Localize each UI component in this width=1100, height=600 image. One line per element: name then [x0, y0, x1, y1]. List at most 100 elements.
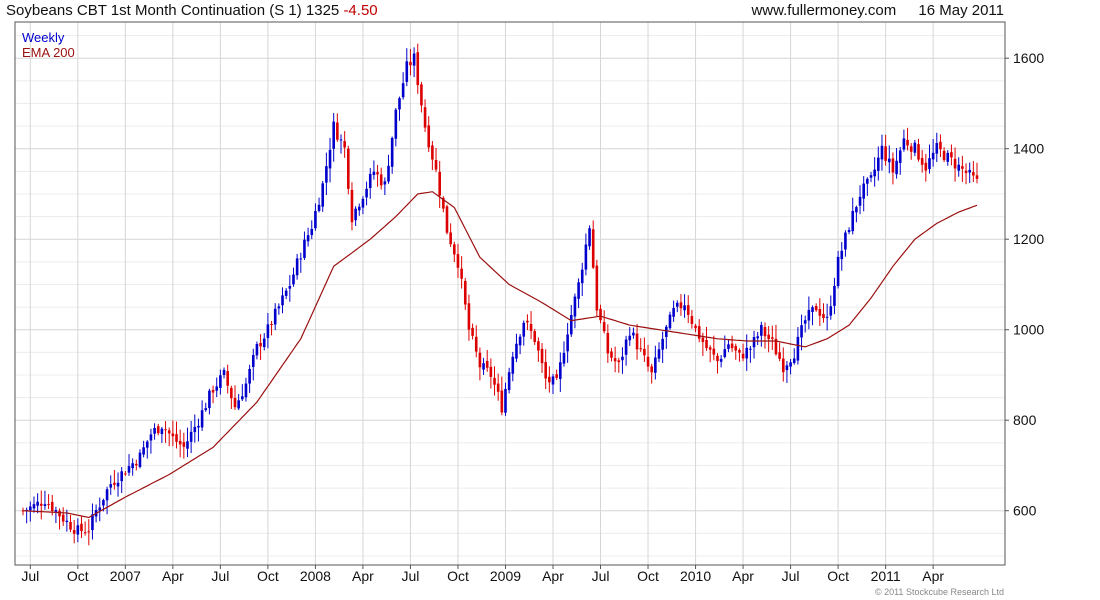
- candle-body: [237, 400, 240, 409]
- candle-body: [928, 158, 931, 170]
- x-tick-label: Oct: [637, 568, 659, 584]
- candle-body: [72, 530, 76, 534]
- candle-body: [167, 430, 171, 434]
- candle-body: [507, 372, 511, 391]
- candle-body: [902, 138, 906, 150]
- candle-body: [295, 258, 299, 276]
- candle-body: [873, 169, 876, 177]
- candle-body: [760, 324, 763, 336]
- candle-body: [178, 440, 182, 445]
- candle-body: [354, 208, 357, 221]
- candle-body: [376, 172, 379, 175]
- candle-body: [496, 383, 500, 392]
- x-tick-label: Oct: [257, 568, 279, 584]
- candle-body: [884, 146, 887, 161]
- candle-body: [529, 323, 533, 332]
- candle-body: [844, 232, 847, 250]
- candle-body: [800, 325, 803, 338]
- candle-body: [36, 501, 39, 506]
- candle-body: [591, 229, 595, 268]
- candle-body: [807, 309, 811, 321]
- candle-body: [500, 390, 504, 413]
- x-tick-label: Jul: [401, 568, 419, 584]
- candle-body: [778, 352, 781, 359]
- candle-body: [478, 352, 482, 368]
- candle-body: [467, 303, 471, 330]
- candle-body: [851, 211, 855, 232]
- candle-body: [230, 387, 233, 399]
- candle-body: [632, 332, 635, 336]
- candle-body: [142, 447, 145, 455]
- candle-body: [686, 305, 690, 315]
- candle-body: [390, 137, 394, 167]
- candle-body: [135, 463, 138, 466]
- candle-body: [562, 352, 566, 364]
- candle-body: [555, 374, 558, 378]
- candle-body: [957, 164, 961, 171]
- candle-body: [756, 336, 759, 339]
- candle-body: [423, 107, 427, 128]
- candle-body: [164, 429, 167, 431]
- candle-body: [950, 152, 953, 158]
- candle-body: [365, 188, 368, 198]
- candle-body: [317, 204, 321, 212]
- x-tick-label: Jul: [21, 568, 39, 584]
- candle-body: [814, 306, 818, 311]
- candle-body: [785, 365, 789, 371]
- candle-body: [83, 532, 87, 534]
- candle-body: [332, 121, 335, 149]
- candle-body: [650, 366, 653, 373]
- candle-body: [972, 172, 975, 176]
- x-tick-label: Oct: [67, 568, 89, 584]
- candle-body: [76, 525, 80, 535]
- candle-body: [639, 348, 643, 350]
- candle-body: [409, 61, 412, 66]
- candle-body: [145, 441, 149, 448]
- candle-body: [54, 510, 58, 512]
- candle-body: [394, 109, 398, 139]
- candle-body: [771, 337, 774, 339]
- candle-body: [39, 503, 43, 506]
- candle-body: [336, 122, 339, 140]
- legend: Weekly EMA 200: [22, 30, 75, 60]
- candle-body: [781, 358, 785, 373]
- candle-body: [350, 189, 354, 223]
- candle-body: [379, 174, 383, 186]
- x-tick-label: Apr: [352, 568, 374, 584]
- x-tick-label: Apr: [922, 568, 944, 584]
- candle-body: [675, 302, 679, 307]
- x-tick-label: Jul: [211, 568, 229, 584]
- candle-body: [292, 274, 295, 285]
- candle-body: [749, 348, 752, 350]
- candle-body: [745, 347, 749, 359]
- candle-body: [840, 250, 844, 260]
- candle-body: [683, 305, 686, 311]
- candle-body: [734, 346, 738, 351]
- candle-body: [858, 196, 862, 206]
- x-axis: Jul Oct 2007 Apr Jul Oct 2008 Apr Jul Oct 2009 Apr J…: [21, 565, 944, 584]
- candle-body: [573, 296, 577, 317]
- candle-body: [328, 149, 332, 169]
- candle-body: [160, 428, 164, 434]
- candle-body: [690, 316, 694, 325]
- candle-body: [920, 157, 924, 165]
- candle-body: [595, 265, 599, 311]
- candle-body: [445, 206, 449, 233]
- candle-body: [325, 166, 328, 183]
- candle-body: [679, 302, 683, 309]
- candle-body: [61, 514, 65, 522]
- candle-body: [668, 314, 672, 329]
- candle-body: [719, 358, 723, 362]
- copyright: © 2011 Stockcube Research Ltd: [874, 587, 1004, 597]
- x-tick-label: Oct: [447, 568, 469, 584]
- candle-body: [489, 366, 493, 377]
- candle-body: [803, 320, 807, 324]
- candles-layer: [21, 43, 979, 546]
- candle-body: [193, 426, 197, 433]
- candle-body: [665, 326, 668, 337]
- candle-body: [869, 175, 873, 178]
- candle-body: [266, 324, 270, 339]
- candle-body: [566, 334, 569, 352]
- candle-body: [847, 229, 851, 233]
- y-tick-label: 1200: [1013, 231, 1044, 247]
